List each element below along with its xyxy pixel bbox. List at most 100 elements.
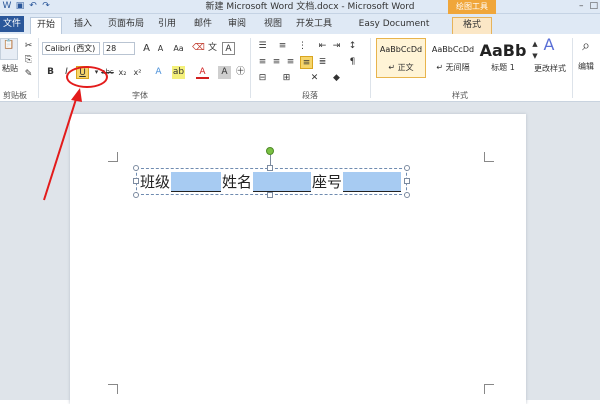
- enclose-char-icon[interactable]: ㊉: [234, 66, 247, 79]
- justify-icon[interactable]: ≡: [300, 56, 313, 69]
- highlight-color-icon[interactable]: ab: [172, 66, 185, 79]
- tab-insert[interactable]: 插入: [68, 17, 98, 34]
- sort-icon[interactable]: ↕: [346, 40, 359, 53]
- style-no-spacing[interactable]: AaBbCcDd ↵ 无间隔: [428, 38, 478, 78]
- group-divider: [370, 38, 371, 98]
- annotation-circle: [66, 66, 108, 88]
- borders-icon[interactable]: ⊞: [280, 72, 293, 85]
- resize-handle[interactable]: [404, 165, 410, 171]
- change-styles-icon[interactable]: A: [538, 37, 560, 53]
- paste-button-label[interactable]: 粘贴: [0, 62, 20, 75]
- styles-group-label: 样式: [452, 91, 468, 100]
- crop-mark: [484, 384, 494, 394]
- window-controls: – □: [579, 1, 598, 11]
- decrease-indent-icon[interactable]: ⇤: [316, 40, 329, 53]
- line-spacing-icon[interactable]: ✕: [308, 72, 321, 85]
- style-name: ↵ 正文: [388, 63, 414, 72]
- subscript-button[interactable]: x₂: [116, 66, 129, 79]
- phonetic-guide-icon[interactable]: 文: [206, 42, 219, 55]
- tab-mailings[interactable]: 邮件: [188, 17, 218, 34]
- style-sample: AaBbCcDd: [431, 45, 475, 54]
- copy-icon[interactable]: ⎘: [22, 54, 35, 67]
- tab-view[interactable]: 视图: [258, 17, 288, 34]
- word-icon: W: [2, 1, 12, 11]
- crop-mark: [108, 384, 118, 394]
- undo-icon[interactable]: ↶: [28, 1, 38, 11]
- style-sample: AaBb: [479, 41, 527, 60]
- save-icon[interactable]: ▣: [15, 1, 25, 11]
- shrink-font-icon[interactable]: A: [154, 42, 167, 55]
- group-divider: [250, 38, 251, 98]
- seat-label: 座号: [312, 173, 343, 191]
- show-marks-icon[interactable]: ¶: [346, 56, 359, 69]
- shading-icon[interactable]: ◆: [330, 72, 343, 85]
- paragraph-group-label: 段落: [302, 91, 318, 100]
- minimize-icon[interactable]: –: [579, 1, 584, 11]
- multilevel-list-icon[interactable]: ⋮: [296, 40, 309, 53]
- bold-button[interactable]: B: [44, 66, 57, 79]
- paste-icon[interactable]: 📋: [0, 38, 18, 60]
- change-case-icon[interactable]: Aa: [172, 42, 185, 55]
- redo-icon[interactable]: ↷: [41, 1, 51, 11]
- crop-mark: [108, 152, 118, 162]
- resize-handle[interactable]: [133, 192, 139, 198]
- crop-mark: [484, 152, 494, 162]
- text-effects-icon[interactable]: A: [152, 66, 165, 79]
- style-heading-1[interactable]: AaBb 标题 1: [478, 38, 528, 78]
- class-field[interactable]: [171, 172, 222, 192]
- document-workspace: [0, 102, 600, 404]
- window-title: 新建 Microsoft Word 文档.docx - Microsoft Wo…: [205, 2, 415, 12]
- grow-font-icon[interactable]: A: [140, 42, 153, 55]
- distributed-icon[interactable]: ≣: [316, 56, 329, 69]
- bullets-icon[interactable]: ☰: [256, 40, 269, 53]
- char-border-icon[interactable]: A: [222, 42, 235, 55]
- style-name: 标题 1: [491, 63, 515, 72]
- group-divider: [38, 38, 39, 98]
- align-center-icon[interactable]: ≡: [270, 56, 283, 69]
- maximize-icon[interactable]: □: [589, 1, 598, 11]
- chinese-layout-icon[interactable]: ⊟: [256, 72, 269, 85]
- align-right-icon[interactable]: ≡: [284, 56, 297, 69]
- char-shading-icon[interactable]: A: [218, 66, 231, 79]
- font-name-select[interactable]: Calibri (西文): [42, 42, 100, 55]
- format-painter-icon[interactable]: ✎: [22, 68, 35, 81]
- font-color-icon[interactable]: A: [196, 66, 209, 79]
- resize-handle[interactable]: [404, 178, 410, 184]
- name-field[interactable]: [253, 172, 312, 192]
- tab-review[interactable]: 审阅: [222, 17, 252, 34]
- font-group-label: 字体: [132, 91, 148, 100]
- form-line: 班级 姓名 座号: [140, 172, 402, 192]
- numbering-icon[interactable]: ≡: [276, 40, 289, 53]
- editing-button[interactable]: 编辑: [574, 60, 598, 73]
- change-styles-button[interactable]: 更改样式: [530, 62, 570, 75]
- quick-access-toolbar: W ▣ ↶ ↷: [2, 1, 51, 11]
- font-size-select[interactable]: 28: [103, 42, 135, 55]
- rotate-handle[interactable]: [266, 147, 274, 155]
- resize-handle[interactable]: [267, 165, 273, 171]
- tab-references[interactable]: 引用: [152, 17, 182, 34]
- resize-handle[interactable]: [133, 165, 139, 171]
- clear-format-icon[interactable]: ⌫: [192, 42, 205, 55]
- find-icon[interactable]: ⌕: [576, 39, 596, 53]
- resize-handle[interactable]: [404, 192, 410, 198]
- superscript-button[interactable]: x²: [131, 66, 144, 79]
- increase-indent-icon[interactable]: ⇥: [330, 40, 343, 53]
- tab-page-layout[interactable]: 页面布局: [104, 17, 148, 34]
- resize-handle[interactable]: [133, 178, 139, 184]
- tab-easy-document-creator[interactable]: Easy Document Creator: [344, 17, 444, 44]
- document-page: [70, 114, 526, 404]
- title-bar: W ▣ ↶ ↷ 新建 Microsoft Word 文档.docx - Micr…: [0, 0, 600, 14]
- style-normal[interactable]: AaBbCcDd ↵ 正文: [376, 38, 426, 78]
- ribbon-tab-row: 文件 开始 插入 页面布局 引用 邮件 审阅 视图 开发工具 Easy Docu…: [0, 14, 600, 44]
- cut-icon[interactable]: ✂: [22, 40, 35, 53]
- resize-handle[interactable]: [267, 192, 273, 198]
- tab-file[interactable]: 文件: [0, 16, 24, 32]
- clipboard-group-label: 剪贴板: [3, 91, 27, 100]
- align-left-icon[interactable]: ≡: [256, 56, 269, 69]
- tab-home[interactable]: 开始: [30, 17, 62, 34]
- tab-format[interactable]: 格式: [452, 17, 492, 34]
- contextual-tab-group-label: 绘图工具: [448, 0, 496, 14]
- tab-developer[interactable]: 开发工具: [292, 17, 336, 34]
- class-label: 班级: [140, 173, 171, 191]
- seat-field[interactable]: [343, 172, 402, 192]
